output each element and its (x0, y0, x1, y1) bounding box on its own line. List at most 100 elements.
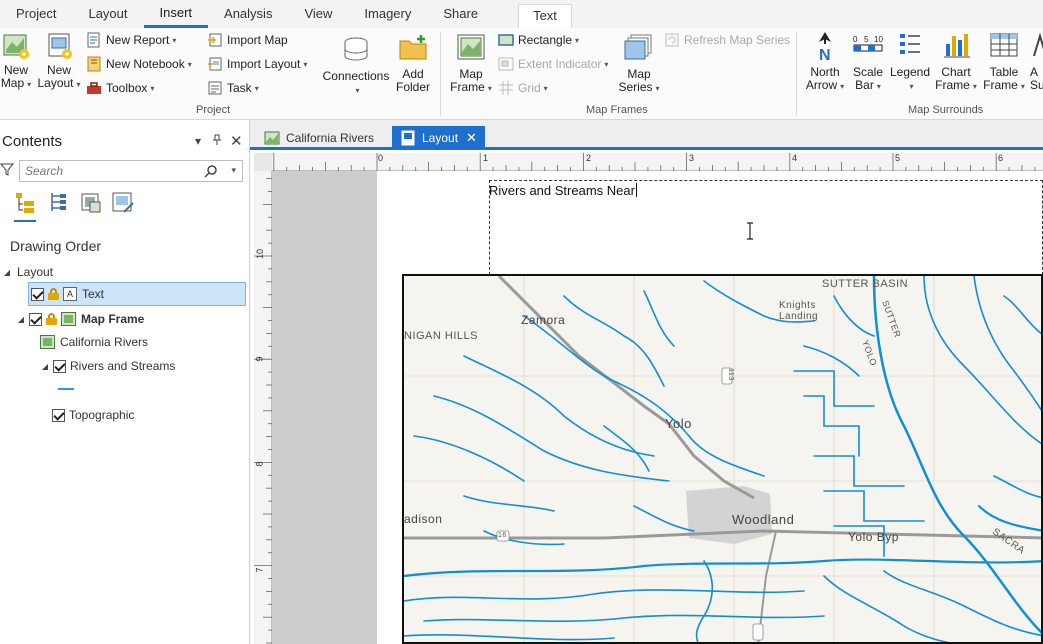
new-layout-button[interactable]: New Layout ▾ (36, 32, 82, 91)
lock-icon[interactable] (46, 313, 58, 325)
tab-project[interactable]: Project (0, 0, 72, 28)
visibility-checkbox[interactable] (52, 408, 65, 422)
tree-item-map-frame[interactable]: ◢ Map Frame (16, 307, 266, 331)
tab-view[interactable]: View (288, 0, 348, 28)
tree-item-label: California Rivers (60, 335, 149, 349)
chevron-down-icon: ▾ (655, 84, 660, 93)
tab-layout-view[interactable]: Layout ✕ (392, 126, 485, 150)
map-icon (40, 335, 55, 349)
rectangle-button[interactable]: Rectangle ▾ (498, 30, 579, 50)
map-label: Knights Landing (779, 300, 818, 322)
vertical-ruler[interactable]: 10 9 8 7 (254, 171, 272, 644)
collapse-icon[interactable]: ◢ (16, 315, 26, 324)
scale-bar-number: 0 (853, 35, 858, 44)
import-map-button[interactable]: Import Map (207, 30, 288, 50)
tab-imagery[interactable]: Imagery (348, 0, 427, 28)
tree-item-text[interactable]: A Text (28, 282, 246, 306)
chevron-down-icon[interactable]: ▾ (231, 165, 236, 176)
map-frame-button[interactable]: Map Frame ▾ (450, 32, 492, 95)
add-folder-button[interactable]: Add Folder (394, 32, 432, 94)
tree-item-rivers-streams[interactable]: ◢ Rivers and Streams (40, 354, 290, 378)
ruler-ticks (254, 178, 272, 644)
tab-text[interactable]: Text (518, 4, 572, 28)
add-surround-button[interactable]: A Su (1030, 30, 1043, 92)
drawing-order-heading: Drawing Order (10, 238, 102, 254)
new-notebook-button[interactable]: New Notebook ▾ (86, 54, 192, 74)
extent-indicator-button[interactable]: Extent Indicator ▾ (498, 54, 608, 74)
rectangle-icon (498, 32, 514, 48)
map-frame-icon (455, 32, 487, 64)
list-by-editing-button[interactable] (110, 190, 136, 216)
north-arrow-label-2: Arrow (805, 78, 838, 92)
tree-item-label: Rivers and Streams (70, 359, 176, 373)
filter-icon[interactable] (0, 162, 15, 179)
search-icon[interactable] (204, 164, 218, 181)
connections-button[interactable]: Connections ▾ (322, 34, 390, 97)
list-by-selection-button[interactable] (78, 190, 104, 216)
legend-button[interactable]: Legend ▾ (888, 30, 932, 93)
horizontal-ruler[interactable]: 0 1 2 3 4 5 6 (272, 153, 1043, 171)
new-report-button[interactable]: New Report ▾ (86, 30, 176, 50)
search-input[interactable] (20, 161, 190, 181)
chevron-down-icon[interactable]: ▾ (195, 134, 201, 148)
grid-icon (498, 80, 514, 96)
tab-share[interactable]: Share (427, 0, 494, 28)
refresh-map-series-button[interactable]: Refresh Map Series (664, 30, 790, 50)
ruler-number: 7 (254, 567, 265, 573)
scale-bar-number: 5 (864, 35, 869, 44)
task-button[interactable]: Task ▾ (207, 78, 259, 98)
collapse-icon[interactable]: ◢ (40, 362, 50, 371)
layout-map-frame[interactable]: SUTTER BASIN Knights Landing Zamora NIGAN… (402, 274, 1043, 644)
visibility-checkbox[interactable] (31, 287, 44, 301)
ruler-number: 2 (586, 153, 592, 163)
import-layout-button[interactable]: Import Layout ▾ (207, 54, 307, 74)
highway-shield-label: 113 (726, 368, 734, 381)
tree-item-layout[interactable]: ◢ Layout (2, 260, 252, 284)
visibility-checkbox[interactable] (29, 312, 42, 326)
search-field[interactable]: ▾ (19, 160, 243, 182)
add-surround-label-1: A (1030, 65, 1039, 79)
table-frame-button[interactable]: Table Frame ▾ (982, 30, 1026, 93)
table-frame-label-1: Table (989, 65, 1019, 79)
north-arrow-button[interactable]: N North Arrow ▾ (804, 30, 846, 93)
tree-item-label: Layout (17, 265, 54, 279)
list-by-data-source-button[interactable] (46, 190, 72, 216)
pin-icon[interactable] (212, 134, 222, 149)
lock-icon[interactable] (48, 288, 60, 300)
new-map-button[interactable]: New Map ▾ (0, 32, 32, 91)
chart-frame-button[interactable]: Chart Frame ▾ (934, 30, 978, 93)
stream-symbol-swatch[interactable] (58, 388, 74, 390)
chevron-down-icon: ▾ (543, 83, 548, 93)
ruler-number: 0 (378, 153, 384, 163)
list-by-drawing-order-button[interactable] (12, 190, 38, 222)
import-layout-label: Import Layout (227, 57, 301, 71)
group-label-map-frames: Map Frames (586, 104, 648, 116)
close-icon[interactable]: ✕ (230, 132, 243, 150)
ruler-ticks (273, 153, 1036, 171)
north-arrow-label-1: North (810, 65, 840, 79)
tab-insert[interactable]: Insert (143, 0, 209, 28)
ribbon-tab-bar: Project Layout Insert Analysis View Imag… (0, 0, 1043, 28)
database-connection-icon (340, 34, 372, 66)
toolbox-button[interactable]: Toolbox ▾ (86, 78, 154, 98)
report-icon (86, 32, 102, 48)
chevron-down-icon: ▾ (909, 82, 914, 91)
collapse-icon[interactable]: ◢ (2, 268, 12, 277)
task-icon (207, 80, 223, 96)
scale-bar-button[interactable]: 0 5 10 Scale Bar ▾ (848, 30, 888, 93)
tree-item-label: Text (82, 287, 105, 301)
tree-item-map[interactable]: California Rivers (40, 330, 290, 354)
contents-pane: Contents ▾ ✕ ▾ Drawing Order (0, 120, 250, 644)
layout-text-element[interactable]: Rivers and Streams Near (489, 183, 637, 198)
close-icon[interactable]: ✕ (466, 130, 477, 146)
map-series-button[interactable]: Map Series ▾ (618, 32, 660, 95)
tab-california-rivers[interactable]: California Rivers (256, 126, 382, 150)
task-label: Task (227, 81, 252, 95)
legend-label: Legend (889, 65, 931, 79)
map-label: NIGAN HILLS (404, 330, 478, 342)
connections-label: Connections (322, 69, 390, 83)
visibility-checkbox[interactable] (53, 359, 66, 373)
tab-layout[interactable]: Layout (72, 0, 143, 28)
grid-button[interactable]: Grid ▾ (498, 78, 548, 98)
tab-analysis[interactable]: Analysis (208, 0, 288, 28)
